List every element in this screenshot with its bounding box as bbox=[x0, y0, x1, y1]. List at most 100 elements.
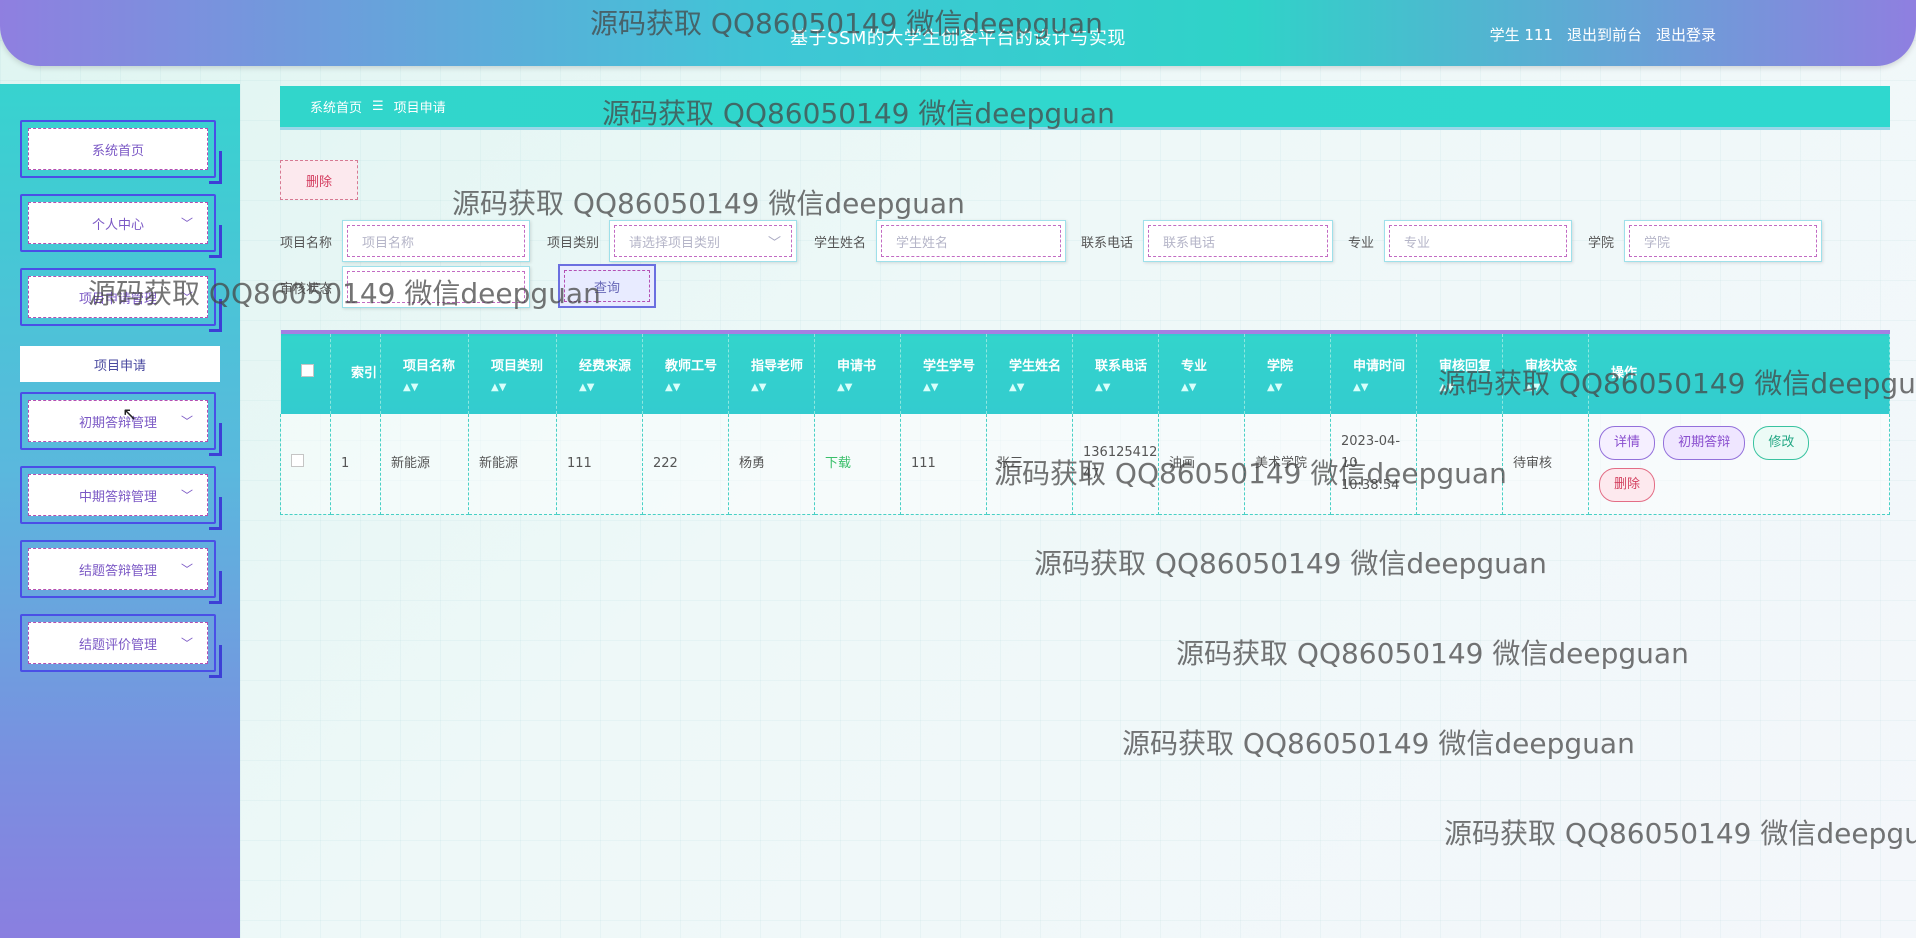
sort-icon[interactable]: ▲▼ bbox=[1095, 381, 1158, 395]
user-label: 学生 111 bbox=[1489, 26, 1553, 44]
cell-application: 下载 bbox=[814, 414, 901, 515]
column-header-label: 学院 bbox=[1267, 359, 1294, 374]
column-header[interactable]: 教师工号 ▲▼ bbox=[642, 332, 729, 414]
chevron-down-icon: ﹀ bbox=[180, 636, 193, 651]
field-label: 项目类别 bbox=[547, 235, 600, 251]
sort-icon[interactable]: ▲▼ bbox=[491, 381, 556, 395]
sort-icon[interactable]: ▲▼ bbox=[1181, 381, 1244, 395]
sidebar-item-final-eval[interactable]: 结题评价管理 ﹀ bbox=[20, 614, 222, 678]
logout-link[interactable]: 退出登录 bbox=[1656, 24, 1716, 45]
placeholder-text: 学生姓名 bbox=[881, 225, 1062, 257]
delete-button[interactable]: 删除 bbox=[1599, 467, 1656, 502]
sidebar-item-profile[interactable]: 个人中心 ﹀ bbox=[20, 194, 222, 258]
column-header[interactable]: 学生学号 ▲▼ bbox=[900, 332, 987, 414]
sort-icon[interactable]: ▲▼ bbox=[751, 381, 814, 395]
cell-major: 油画 bbox=[1158, 414, 1245, 515]
chevron-down-icon: ﹀ bbox=[180, 488, 193, 503]
field-label: 专业 bbox=[1348, 235, 1375, 251]
detail-button[interactable]: 详情 bbox=[1599, 425, 1656, 460]
breadcrumb-current: 项目申请 bbox=[393, 101, 446, 116]
column-header[interactable]: 项目名称 ▲▼ bbox=[380, 332, 469, 414]
table-header-row: 索引 项目名称 ▲▼ 项目类别 ▲▼ 经费来源 ▲▼ 教师工号 ▲▼ 指导老师 ▲▼ 申请… bbox=[280, 332, 1890, 414]
cell-student-name: 张三 bbox=[986, 414, 1073, 515]
sort-icon[interactable]: ▲▼ bbox=[1439, 381, 1502, 395]
sort-icon[interactable]: ▲▼ bbox=[1009, 381, 1072, 395]
sort-icon[interactable]: ▲▼ bbox=[837, 381, 900, 395]
sort-icon[interactable]: ▲▼ bbox=[1525, 381, 1588, 395]
cell-college: 美术学院 bbox=[1244, 414, 1331, 515]
breadcrumb-home[interactable]: 系统首页 bbox=[310, 97, 362, 116]
column-header[interactable]: 审核状态 ▲▼ bbox=[1502, 332, 1589, 414]
column-header[interactable]: 索引 bbox=[330, 332, 381, 414]
sort-icon[interactable]: ▲▼ bbox=[665, 381, 728, 395]
student-name-input[interactable]: 学生姓名 bbox=[876, 220, 1067, 262]
column-header-label: 专业 bbox=[1181, 359, 1208, 374]
select-all-checkbox[interactable] bbox=[300, 364, 314, 377]
column-header-label: 学生学号 bbox=[923, 359, 976, 374]
sidebar-item-first-defense[interactable]: 初期答辩管理 ﹀ bbox=[20, 392, 222, 456]
cell-teacher: 杨勇 bbox=[728, 414, 815, 515]
column-header-label: 申请时间 bbox=[1353, 359, 1406, 374]
sidebar-item-label: 系统首页 bbox=[91, 143, 144, 159]
sidebar: 系统首页 个人中心 ﹀ 项目申请管理 ﹀ 项目申请 初期答辩管理 ﹀ 中期答辩管… bbox=[0, 84, 240, 938]
mouse-cursor-icon: ↖ bbox=[122, 404, 138, 425]
sidebar-item-project-apply-mgmt[interactable]: 项目申请管理 ﹀ bbox=[20, 268, 222, 332]
query-button[interactable]: 查询 bbox=[558, 264, 656, 308]
field-label: 联系电话 bbox=[1081, 235, 1134, 251]
college-input[interactable]: 学院 bbox=[1624, 220, 1823, 262]
column-header[interactable]: 联系电话 ▲▼ bbox=[1072, 332, 1159, 414]
sidebar-item-label: 中期答辩管理 bbox=[78, 489, 157, 505]
cell-funding: 111 bbox=[556, 414, 643, 515]
audit-field: 审核状态 bbox=[280, 266, 531, 308]
cell-apply-time: 2023-04-10 10:38:54 bbox=[1330, 414, 1417, 515]
row-checkbox[interactable] bbox=[291, 453, 304, 467]
download-link[interactable]: 下载 bbox=[825, 456, 851, 471]
watermark-text: 源码获取 QQ86050149 微信deepguan bbox=[452, 187, 965, 220]
frontend-link[interactable]: 退出到前台 bbox=[1567, 24, 1642, 45]
row-select-cell[interactable] bbox=[280, 414, 331, 515]
cell-audit-reply bbox=[1416, 414, 1503, 515]
column-header[interactable]: 申请书 ▲▼ bbox=[814, 332, 901, 414]
column-header[interactable]: 项目类别 ▲▼ bbox=[468, 332, 557, 414]
sidebar-item-label: 结题答辩管理 bbox=[78, 563, 157, 579]
sort-icon[interactable]: ▲▼ bbox=[1267, 381, 1330, 395]
select-all-header[interactable] bbox=[280, 332, 331, 414]
sidebar-item-mid-defense[interactable]: 中期答辩管理 ﹀ bbox=[20, 466, 222, 530]
column-header[interactable]: 经费来源 ▲▼ bbox=[556, 332, 643, 414]
column-header-label: 审核状态 bbox=[1525, 359, 1578, 374]
bulk-delete-button[interactable]: 删除 bbox=[280, 160, 358, 200]
column-header[interactable]: 审核回复 ▲▼ bbox=[1416, 332, 1503, 414]
project-name-field: 项目名称 项目名称 bbox=[280, 220, 531, 262]
watermark-text: 源码获取 QQ86050149 微信deepguan bbox=[1034, 547, 1547, 580]
sort-icon[interactable]: ▲▼ bbox=[1353, 381, 1416, 395]
audit-status-select[interactable] bbox=[342, 266, 531, 308]
column-header-label: 索引 bbox=[351, 366, 378, 381]
column-header[interactable]: 专业 ▲▼ bbox=[1158, 332, 1245, 414]
sidebar-item-home[interactable]: 系统首页 bbox=[20, 120, 222, 184]
breadcrumb: 系统首页 ☰ 项目申请 bbox=[280, 86, 1890, 130]
sort-icon[interactable]: ▲▼ bbox=[403, 381, 468, 395]
column-header[interactable]: 学生姓名 ▲▼ bbox=[986, 332, 1073, 414]
sort-icon[interactable]: ▲▼ bbox=[579, 381, 642, 395]
sidebar-subitem-project-apply[interactable]: 项目申请 bbox=[20, 346, 220, 382]
first-defense-button[interactable]: 初期答辩 bbox=[1663, 425, 1746, 460]
project-table: 索引 项目名称 ▲▼ 项目类别 ▲▼ 经费来源 ▲▼ 教师工号 ▲▼ 指导老师 ▲▼ 申请… bbox=[280, 330, 1890, 515]
cell-project-name: 新能源 bbox=[380, 414, 469, 515]
field-label: 项目名称 bbox=[280, 235, 333, 251]
table-row: 1 新能源 新能源 111 222 杨勇 下载 111 张三 136125412… bbox=[280, 414, 1890, 515]
major-input[interactable]: 专业 bbox=[1384, 220, 1573, 262]
column-header[interactable]: 申请时间 ▲▼ bbox=[1330, 332, 1417, 414]
placeholder-text bbox=[347, 271, 526, 303]
column-header[interactable]: 指导老师 ▲▼ bbox=[728, 332, 815, 414]
chevron-down-icon: ﹀ bbox=[180, 216, 193, 231]
column-header-label: 申请书 bbox=[837, 359, 877, 374]
sort-icon[interactable]: ▲▼ bbox=[923, 381, 986, 395]
project-type-select[interactable]: 请选择项目类别 ﹀ bbox=[609, 220, 798, 262]
phone-input[interactable]: 联系电话 bbox=[1143, 220, 1334, 262]
top-header: 基于SSM的大学生创客平台的设计与实现 学生 111 退出到前台 退出登录 bbox=[0, 0, 1916, 66]
sidebar-item-final-defense[interactable]: 结题答辩管理 ﹀ bbox=[20, 540, 222, 604]
project-name-input[interactable]: 项目名称 bbox=[342, 220, 531, 262]
placeholder-text: 专业 bbox=[1389, 225, 1568, 257]
edit-button[interactable]: 修改 bbox=[1753, 425, 1810, 460]
column-header[interactable]: 学院 ▲▼ bbox=[1244, 332, 1331, 414]
